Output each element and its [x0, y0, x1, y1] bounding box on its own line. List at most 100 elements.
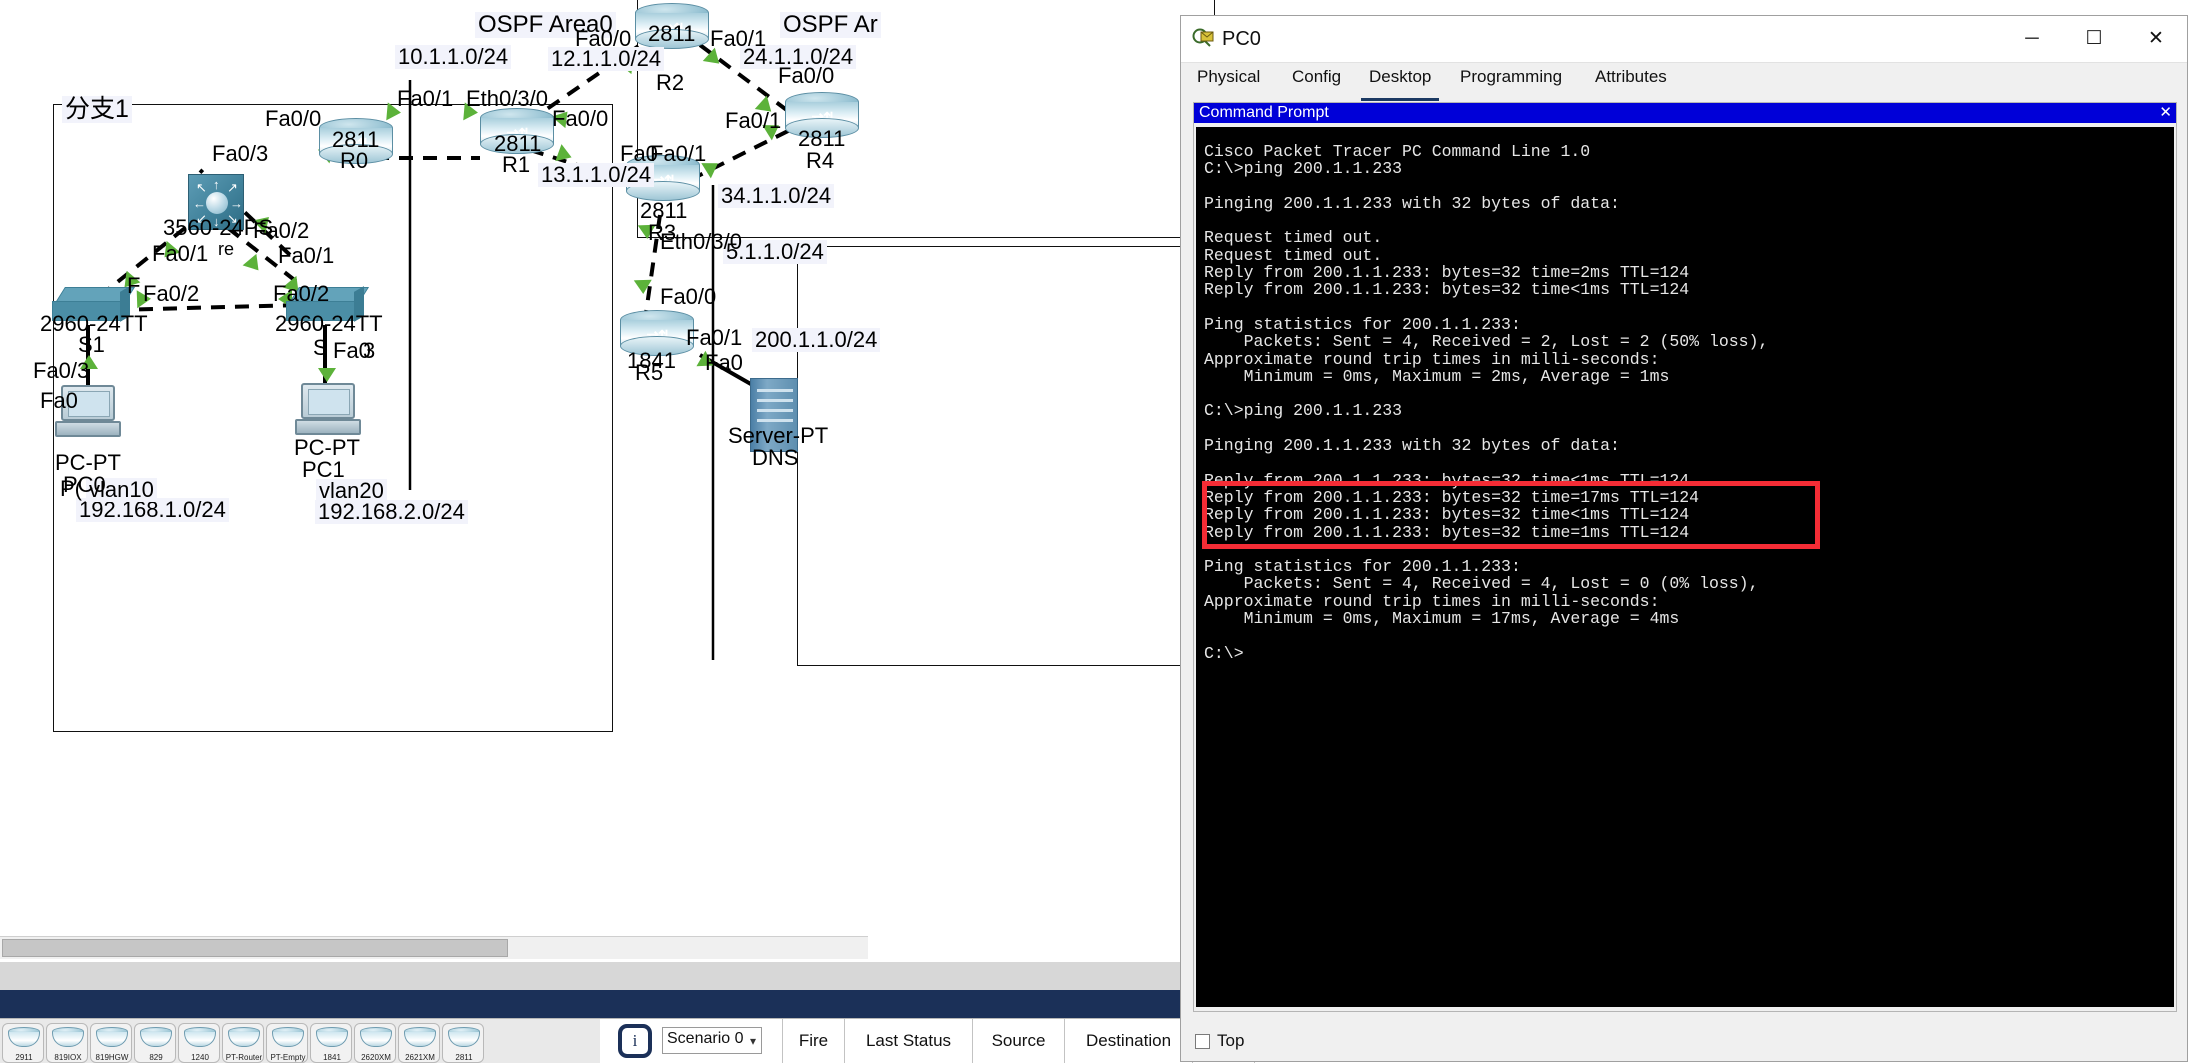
arrow-right-glyph: → — [230, 196, 243, 211]
iface-label-fa02-mlsw-right: Fa0/2 — [253, 218, 310, 243]
device-pc-pc1[interactable] — [295, 383, 361, 441]
router-icon — [96, 1027, 128, 1047]
server-slot — [757, 389, 793, 392]
device-label-r4-name: R4 — [806, 148, 835, 173]
device-tray-item[interactable]: 829 — [134, 1023, 176, 1063]
terminal[interactable]: Cisco Packet Tracer PC Command Line 1.0 … — [1196, 127, 2174, 1007]
pc-base — [55, 421, 121, 437]
tab-desktop[interactable]: Desktop — [1361, 63, 1440, 101]
device-tray-item[interactable]: PT-Router — [222, 1023, 264, 1063]
column-header-last-status[interactable]: Last Status — [844, 1019, 972, 1063]
device-label-r2-model: 2811 — [648, 21, 696, 46]
device-tray-item[interactable]: 1841 — [310, 1023, 352, 1063]
subnet-label-192-168-2-0: 192.168.2.0/24 — [315, 500, 468, 524]
device-tray-item-label: 2911 — [15, 1053, 33, 1062]
tab-config[interactable]: Config — [1284, 63, 1349, 98]
top-checkbox[interactable] — [1195, 1034, 1210, 1049]
workspace-hscroll-thumb[interactable] — [2, 939, 508, 957]
iface-label-fa01-r0: Fa0/1 — [397, 86, 454, 111]
close-button[interactable]: ✕ — [2125, 16, 2187, 62]
workspace-hscrollbar[interactable] — [0, 936, 868, 959]
window-left-strip — [1181, 98, 1193, 1012]
arrow-ne-glyph: ↗ — [227, 180, 238, 195]
iface-label-fa00-r0-left: Fa0/0 — [265, 106, 322, 131]
info-icon: i — [618, 1024, 652, 1058]
window-tabs: Physical Config Desktop Programming Attr… — [1181, 63, 2187, 101]
device-label-r1-name: R1 — [502, 152, 531, 177]
pc0-window[interactable]: PC0 ─ ☐ ✕ Physical Config Desktop Progra… — [1180, 15, 2188, 1062]
command-prompt-close-icon[interactable]: ✕ — [2159, 103, 2172, 123]
device-label-server-name: DNS — [752, 445, 799, 470]
router-icon — [316, 1027, 348, 1047]
router-icon — [184, 1027, 216, 1047]
column-header-fire[interactable]: Fire — [782, 1019, 844, 1063]
device-tray-item[interactable]: 2620XM — [354, 1023, 396, 1063]
minimize-button[interactable]: ─ — [2001, 16, 2063, 62]
arrow-up-glyph: ↑ — [213, 177, 220, 192]
tab-attributes[interactable]: Attributes — [1587, 63, 1675, 98]
column-header-destination[interactable]: Destination — [1064, 1019, 1192, 1063]
device-tray-item[interactable]: 819HGW — [90, 1023, 132, 1063]
device-tray-item-label: PT-Empty — [270, 1053, 306, 1062]
device-tray-item-label: 1240 — [191, 1053, 209, 1062]
device-tray-item[interactable]: 2811 — [442, 1023, 484, 1063]
scenario-select-value: Scenario 0 — [667, 1030, 744, 1047]
iface-label-eth030-r3: Eth0/3/0 — [660, 229, 742, 254]
router-icon — [52, 1027, 84, 1047]
device-tray-item[interactable]: 1240 — [178, 1023, 220, 1063]
column-header-source[interactable]: Source — [972, 1019, 1064, 1063]
iface-label-fa00-r1: Fa0/0 — [552, 106, 609, 131]
device-tray-item-label: 2621XM — [405, 1053, 435, 1062]
tab-physical[interactable]: Physical — [1189, 63, 1268, 98]
device-tray-item-label: PT-Router — [225, 1053, 263, 1062]
device-tray-item[interactable]: 2621XM — [398, 1023, 440, 1063]
device-label-s1-name: S1 — [78, 332, 105, 357]
device-tray-item[interactable]: PT-Empty — [266, 1023, 308, 1063]
area-label-ospf-right: OSPF Ar — [780, 12, 881, 38]
subnet-label-200-1-1-0: 200.1.1.0/24 — [752, 328, 881, 352]
router-icon — [272, 1027, 304, 1047]
device-tray-item-label: 1841 — [323, 1053, 341, 1062]
device-tray-item[interactable]: 819IOX — [46, 1023, 88, 1063]
iface-label-pc0-short: P( — [60, 476, 82, 501]
maximize-button[interactable]: ☐ — [2063, 16, 2125, 62]
subnet-label-13-1-1-0: 13.1.1.0/24 — [538, 163, 655, 187]
iface-label-fa01-s1-up: Fa0/1 — [152, 241, 209, 266]
iface-label-re-mlsw: re — [218, 239, 235, 259]
iface-label-s3-index: 3 — [363, 338, 376, 363]
link-indicator — [633, 279, 653, 295]
iface-label-fa01-r5: Fa0/1 — [686, 325, 743, 350]
device-label-r0-name: R0 — [340, 148, 369, 173]
device-label-pc0-model: PC-PT — [55, 450, 121, 475]
iface-label-fa02-s3: Fa0/2 — [273, 281, 330, 306]
subnet-label-34-1-1-0: 34.1.1.0/24 — [718, 184, 835, 208]
command-prompt-title: Command Prompt — [1199, 104, 1329, 121]
pc-monitor — [301, 383, 355, 419]
device-tray-item-label: 829 — [149, 1053, 163, 1062]
iface-label-fa00-r5: Fa0/0 — [660, 284, 717, 309]
window-title: PC0 — [1222, 28, 1261, 50]
tab-programming[interactable]: Programming — [1452, 63, 1570, 98]
top-checkbox-row[interactable]: Top — [1195, 1031, 1435, 1055]
device-label-r5-name: R5 — [635, 360, 664, 385]
device-tray-item[interactable]: 2911 — [2, 1023, 44, 1063]
switch-core-glyph — [206, 192, 228, 214]
router-icon — [8, 1027, 40, 1047]
device-label-pc1-name: PC1 — [302, 457, 345, 482]
server-slot — [757, 419, 793, 422]
scenario-select[interactable]: Scenario 0 ▾ — [662, 1027, 762, 1054]
router-icon — [404, 1027, 436, 1047]
device-tray-item-label: 2811 — [455, 1053, 473, 1062]
top-checkbox-label: Top — [1217, 1031, 1245, 1050]
vlan-label-vlan20: vlan20 — [316, 479, 387, 503]
router-icon — [360, 1027, 392, 1047]
iface-label-fa01-s3-up: Fa0/1 — [278, 243, 335, 268]
desktop-app-area: Command Prompt ✕ Cisco Packet Tracer PC … — [1193, 102, 2177, 1012]
iface-label-fa02-s1: Fa0/2 — [143, 281, 200, 306]
device-label-server-model: Server-PT — [728, 423, 829, 448]
iface-label-eth030-r1: Eth0/3/0 — [466, 86, 548, 111]
device-tray[interactable]: 2911 819IOX 819HGW 829 1240 PT-Router PT… — [0, 1018, 600, 1063]
device-label-r3-model: 2811 — [640, 198, 688, 223]
arrow-left-glyph: ← — [193, 196, 206, 211]
window-titlebar[interactable]: PC0 ─ ☐ ✕ — [1181, 16, 2187, 63]
